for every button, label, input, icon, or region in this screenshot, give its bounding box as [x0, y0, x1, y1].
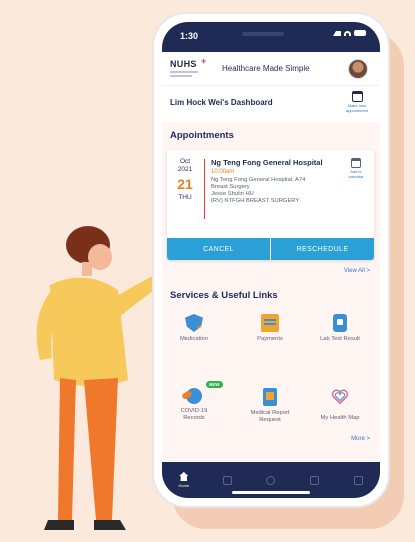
payments-icon [261, 314, 279, 332]
battery-icon [354, 30, 366, 36]
appointment-card[interactable]: Oct 2021 21 THU Ng Teng Fong General Hos… [167, 150, 374, 260]
service-label: Medication [179, 336, 209, 342]
app-screen: 1:30 NUHS + Healthcare Made Simple Lim H… [162, 22, 380, 498]
tab-home[interactable]: Home [162, 462, 206, 498]
appointments-title: Appointments [170, 130, 234, 141]
appointment-clinic: (RV) NTFGH BREAST SURGERY [211, 198, 300, 204]
logo-subline [170, 75, 192, 77]
app-header: NUHS + Healthcare Made Simple [162, 52, 380, 86]
dashboard-title: Lim Hock Wei's Dashboard [170, 98, 273, 107]
menu-tab-icon [353, 475, 363, 485]
service-medication[interactable]: Medication [164, 314, 224, 343]
service-medical-report[interactable]: Medical Report Request [240, 388, 300, 424]
appointment-time: 10:00am [211, 169, 235, 175]
appointment-hospital: Ng Teng Fong General Hospital [211, 158, 323, 167]
lab-test-icon [333, 314, 347, 332]
logo-plus-icon: + [201, 56, 207, 66]
new-badge: NEW [206, 381, 223, 388]
service-health-map[interactable]: My Health Map [310, 388, 370, 422]
appointment-details: Ng Teng Fong General Hospital 10:00am Ng… [211, 158, 341, 204]
add-to-calendar-button[interactable]: Add to calendar [342, 158, 370, 179]
more-link[interactable]: More > [351, 436, 370, 442]
appointment-date: Oct 2021 21 THU [167, 158, 203, 201]
add-to-calendar-label: Add to calendar [348, 169, 364, 179]
service-label: My Health Map [320, 415, 360, 421]
appointment-year: 2021 [177, 166, 193, 173]
make-appointment-label: Make new appointment [345, 103, 368, 113]
logo-text: NUHS [170, 59, 197, 69]
view-all-link[interactable]: View All > [344, 268, 370, 274]
medical-report-icon [263, 388, 277, 406]
home-icon [179, 472, 189, 481]
date-divider [204, 159, 205, 219]
nuhs-logo: NUHS + [170, 56, 206, 77]
phone-frame: 1:30 NUHS + Healthcare Made Simple Lim H… [152, 12, 390, 508]
dollar-tab-icon [310, 475, 320, 485]
service-label: COVID-19 Records [180, 408, 208, 421]
notch [242, 32, 284, 36]
calendar-add-icon [351, 158, 361, 168]
appointment-location: Ng Teng Fong General Hospital, A74 [211, 177, 306, 183]
logo-subline [170, 71, 198, 73]
tab-more[interactable] [336, 462, 380, 498]
wifi-icon [344, 30, 351, 36]
appointment-department: Breast Surgery [211, 184, 250, 190]
signal-icon [333, 30, 341, 36]
header-tagline: Healthcare Made Simple [222, 64, 310, 73]
pill-tab-icon [266, 475, 276, 485]
service-label: Medical Report Request [250, 410, 290, 423]
services-title: Services & Useful Links [170, 290, 278, 301]
service-lab-test[interactable]: Lab Test Result [310, 314, 370, 343]
user-avatar[interactable] [348, 59, 368, 79]
service-label: Lab Test Result [320, 336, 360, 342]
home-indicator [232, 491, 310, 494]
medication-icon [185, 314, 203, 332]
calendar-tab-icon [222, 475, 232, 485]
covid-icon [186, 388, 202, 404]
dashboard-row: Lim Hock Wei's Dashboard Make new appoin… [162, 86, 380, 122]
appointment-month: Oct [179, 158, 191, 165]
make-appointment-button[interactable]: Make new appointment [340, 91, 374, 113]
appointment-day: 21 [177, 176, 193, 192]
service-covid[interactable]: COVID-19 Records [164, 388, 224, 422]
status-icons [333, 30, 366, 36]
service-payments[interactable]: Payments [240, 314, 300, 343]
status-bar: 1:30 [162, 22, 380, 52]
cancel-button[interactable]: CANCEL [167, 238, 270, 260]
reschedule-button[interactable]: RESCHEDULE [270, 238, 374, 260]
appointment-doctor: Jesse Shulin HU [211, 191, 254, 197]
calendar-icon [351, 91, 363, 102]
service-label: Payments [257, 336, 283, 342]
health-map-icon [331, 389, 349, 405]
appointment-actions: CANCEL RESCHEDULE [167, 238, 374, 260]
appointment-weekday: THU [178, 194, 192, 201]
status-time: 1:30 [180, 31, 199, 41]
tab-home-label: Home [178, 483, 190, 488]
